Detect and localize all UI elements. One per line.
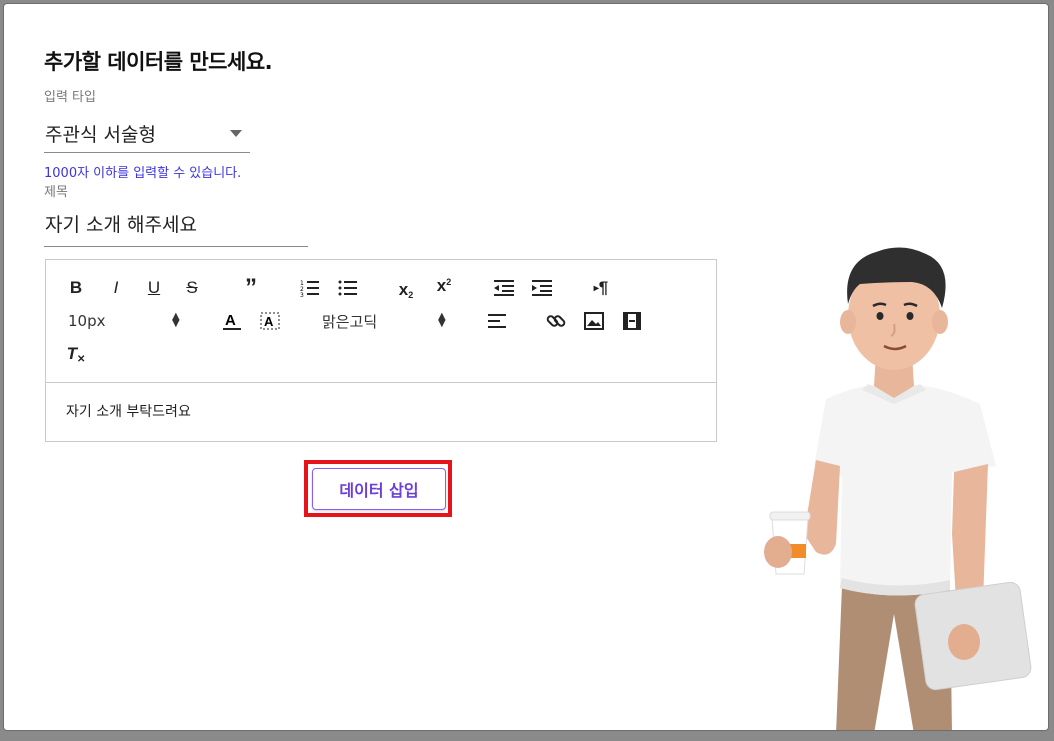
image-icon[interactable] [582, 309, 606, 333]
editor-content-area[interactable]: 자기 소개 부탁드려요 [46, 382, 716, 441]
text-direction-icon[interactable]: ▸ ¶ [588, 276, 614, 300]
up-down-arrows-icon: ▲ ▼ [438, 311, 446, 329]
font-family-value: 맑은고딕 [322, 312, 378, 331]
person-holding-coffee-illustration [764, 247, 1032, 730]
link-icon[interactable] [544, 309, 568, 333]
underline-icon[interactable]: U [142, 276, 166, 300]
add-data-dialog: 추가할 데이터를 만드세요. 입력 타입 주관식 서술형 1000자 이하를 입… [4, 4, 1048, 730]
subscript-icon[interactable]: x2 [394, 278, 418, 302]
blockquote-icon[interactable]: ” [238, 276, 264, 300]
svg-text:A: A [264, 314, 274, 329]
svg-text:3: 3 [300, 292, 304, 297]
dialog-title: 추가할 데이터를 만드세요. [44, 50, 273, 74]
svg-text:A: A [225, 312, 236, 329]
video-icon[interactable] [620, 309, 644, 333]
insert-data-button[interactable]: 데이터 삽입 [312, 468, 446, 510]
indent-icon[interactable] [530, 276, 554, 300]
title-input[interactable] [44, 206, 309, 240]
background-color-icon[interactable]: A [258, 309, 282, 333]
dropdown-arrow-icon [230, 130, 242, 137]
editor-toolbar: B I U S ” 123 x2 x2 ▸ ¶ 10px ▲ ▼ A A 맑은고… [46, 260, 716, 383]
input-type-helper-text: 1000자 이하를 입력할 수 있습니다. [44, 166, 242, 181]
strikethrough-icon[interactable]: S [180, 276, 204, 300]
title-label: 제목 [44, 185, 68, 200]
italic-icon[interactable]: I [104, 276, 128, 300]
clear-format-icon[interactable]: T ✕ [64, 342, 88, 366]
superscript-icon[interactable]: x2 [432, 274, 456, 298]
input-type-value: 주관식 서술형 [45, 124, 156, 146]
up-down-arrows-icon: ▲ ▼ [172, 311, 180, 329]
ordered-list-icon[interactable]: 123 [298, 276, 322, 300]
outdent-icon[interactable] [492, 276, 516, 300]
editor-content-text: 자기 소개 부탁드려요 [66, 404, 191, 420]
input-type-select[interactable]: 주관식 서술형 [44, 112, 250, 153]
rich-text-editor: B I U S ” 123 x2 x2 ▸ ¶ 10px ▲ ▼ A A 맑은고… [45, 259, 717, 442]
bullet-list-icon[interactable] [336, 276, 360, 300]
font-size-select[interactable]: 10px ▲ ▼ [68, 309, 186, 333]
input-type-label: 입력 타입 [44, 90, 96, 105]
title-field [44, 206, 309, 247]
bold-icon[interactable]: B [64, 276, 88, 300]
font-family-select[interactable]: 맑은고딕 ▲ ▼ [322, 309, 452, 333]
align-icon[interactable] [486, 309, 510, 333]
font-color-icon[interactable]: A [220, 309, 244, 333]
font-size-value: 10px [68, 312, 106, 330]
